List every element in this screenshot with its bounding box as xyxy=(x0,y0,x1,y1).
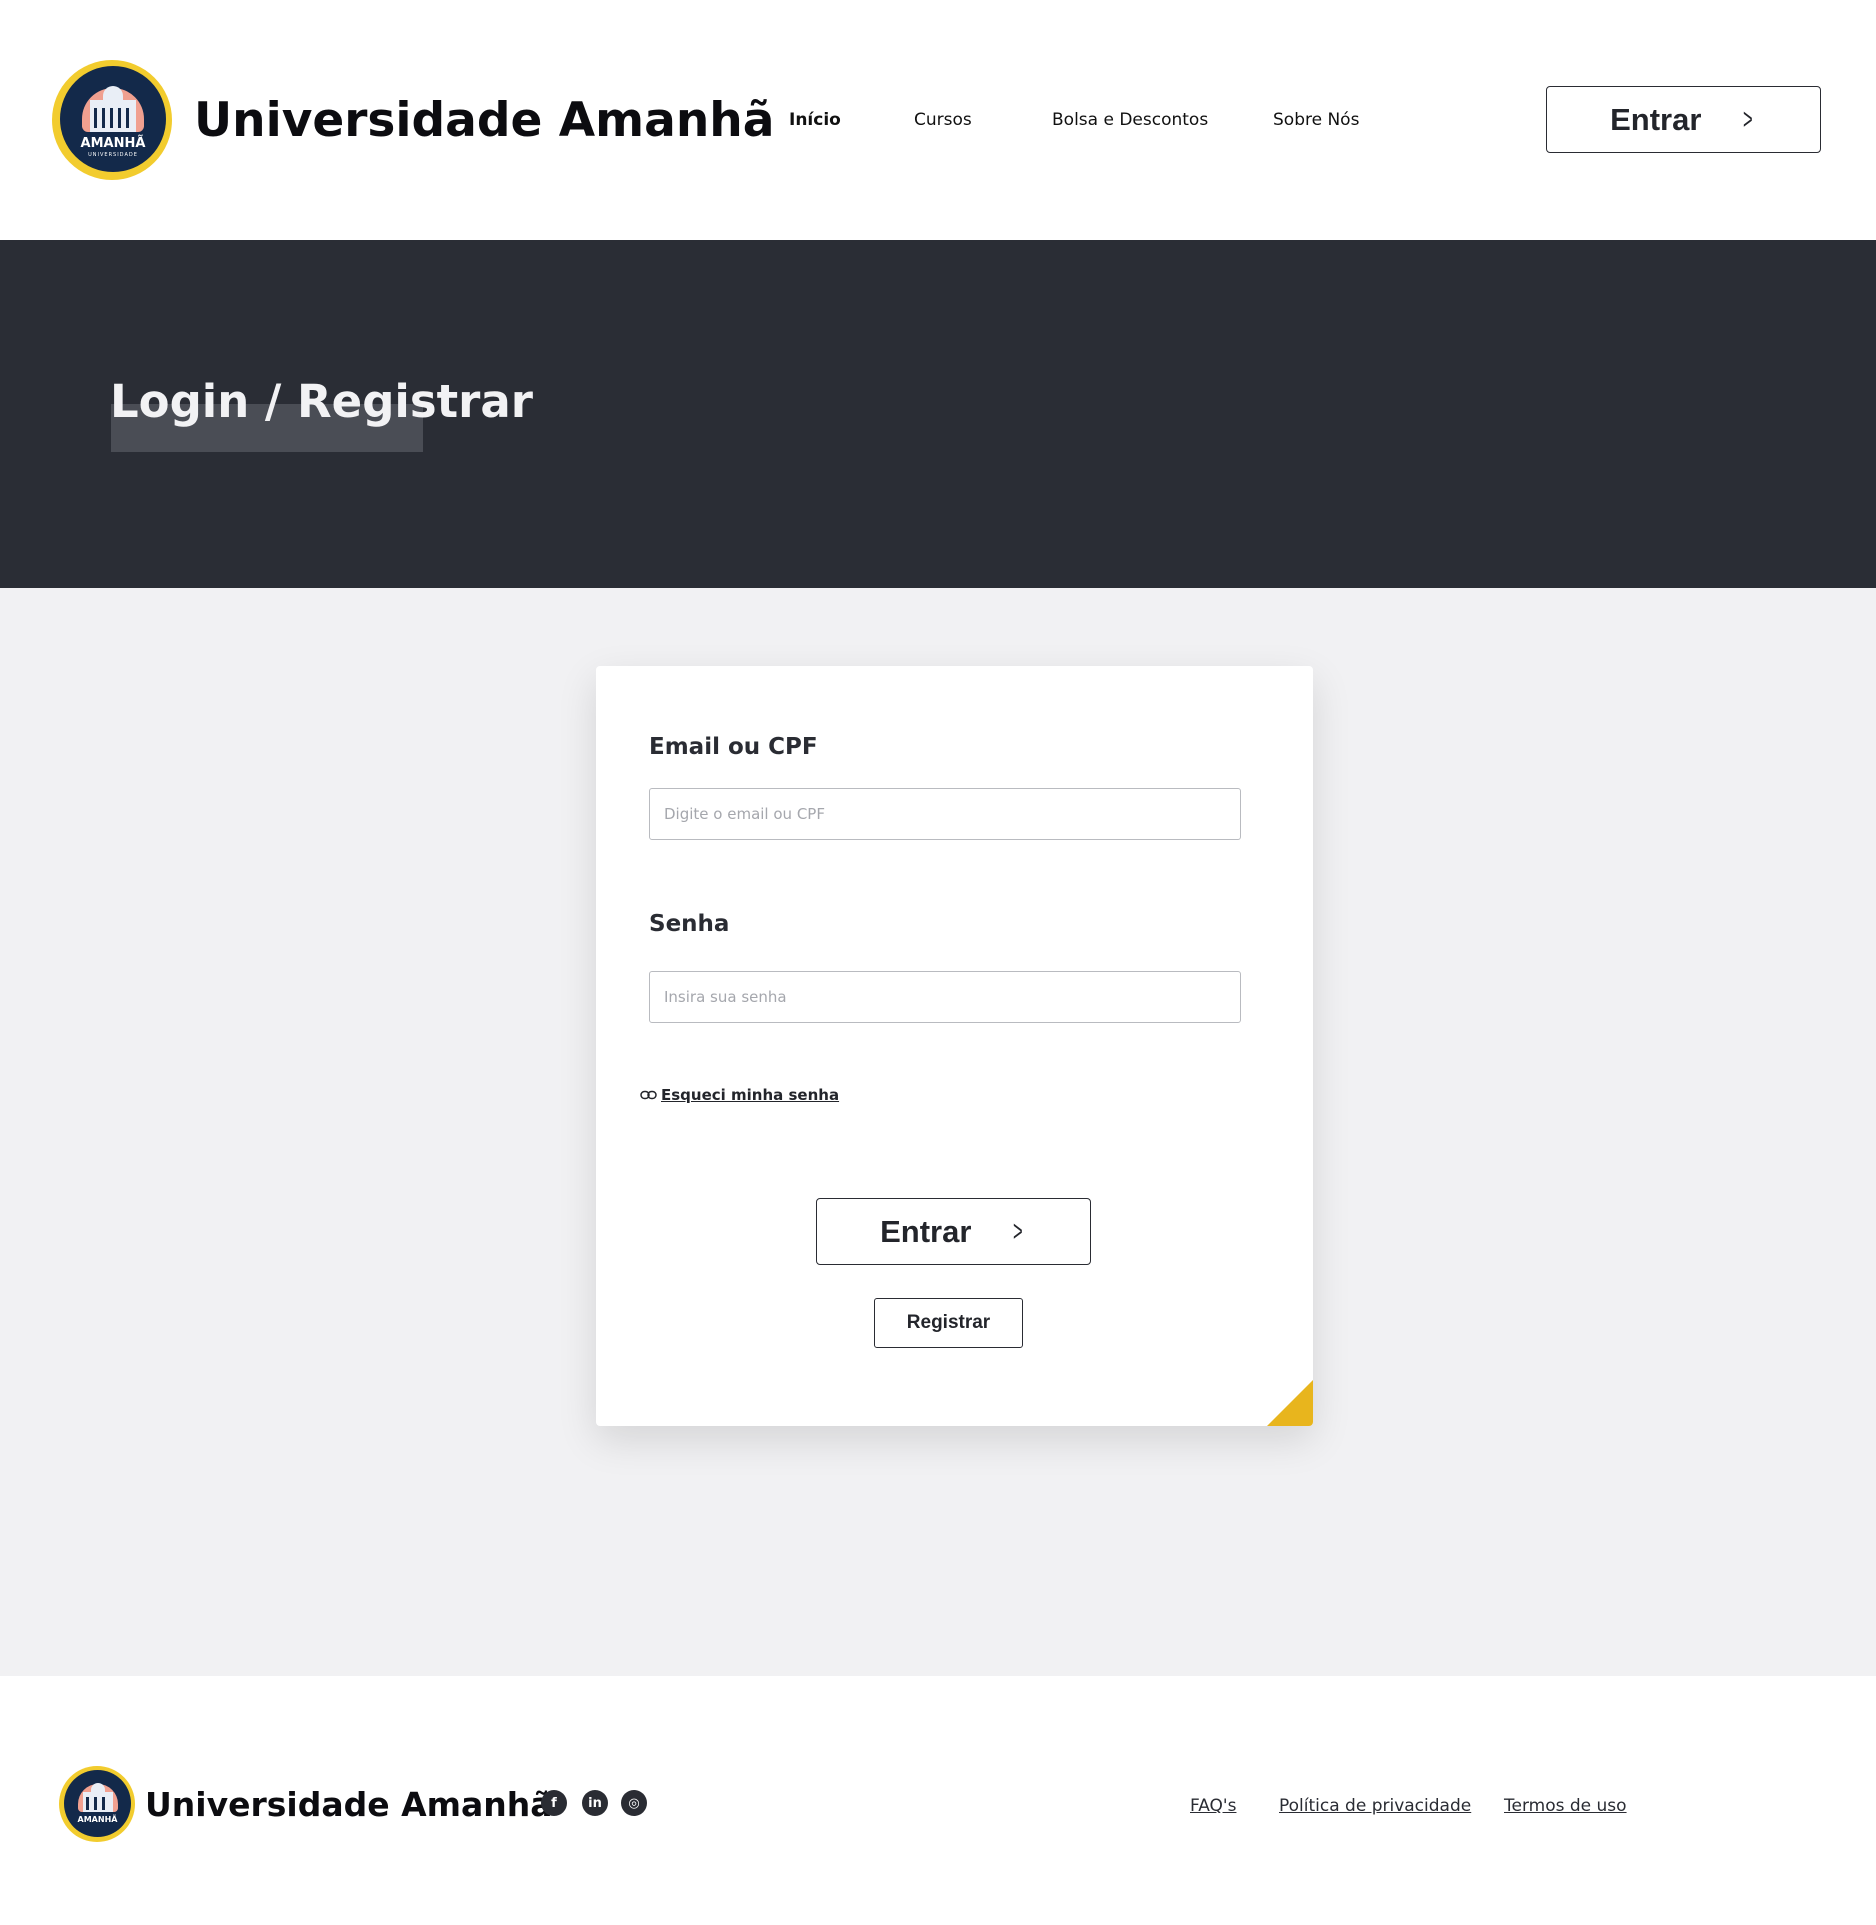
hero-banner: Login / Registrar xyxy=(0,240,1876,588)
header-enter-label: Entrar xyxy=(1610,101,1702,137)
forgot-password-link[interactable]: Esqueci minha senha xyxy=(640,1086,839,1104)
footer-link-privacy[interactable]: Política de privacidade xyxy=(1279,1796,1471,1816)
logo-subtext: UNIVERSIDADE xyxy=(88,152,138,158)
email-label: Email ou CPF xyxy=(649,734,818,760)
header-enter-button[interactable]: Entrar > xyxy=(1546,86,1821,153)
forgot-password-label: Esqueci minha senha xyxy=(661,1086,840,1104)
register-button[interactable]: Registrar xyxy=(874,1298,1023,1348)
site-header: AMANHÃ UNIVERSIDADE Universidade Amanhã … xyxy=(0,0,1876,240)
footer-link-faq[interactable]: FAQ's xyxy=(1190,1796,1236,1816)
logo-icon: AMANHÃ UNIVERSIDADE xyxy=(52,60,172,180)
brand[interactable]: AMANHÃ UNIVERSIDADE Universidade Amanhã xyxy=(52,60,774,180)
brand-title: Universidade Amanhã xyxy=(194,92,775,148)
password-field[interactable] xyxy=(649,971,1241,1023)
accent-corner xyxy=(1267,1380,1313,1426)
logo-text: AMANHÃ xyxy=(80,136,146,151)
facebook-icon[interactable]: f xyxy=(541,1790,567,1816)
link-icon xyxy=(640,1090,657,1100)
footer-brand-title: Universidade Amanhã xyxy=(145,1784,553,1824)
login-enter-label: Entrar xyxy=(880,1213,972,1249)
instagram-icon[interactable]: ◎ xyxy=(621,1790,647,1816)
nav-item-bolsa-descontos[interactable]: Bolsa e Descontos xyxy=(1052,110,1208,130)
footer-brand[interactable]: AMANHÃ Universidade Amanhã xyxy=(59,1766,553,1842)
login-card: Email ou CPF Senha Esqueci minha senha E… xyxy=(596,666,1313,1426)
footer-logo-text: AMANHÃ xyxy=(77,1815,118,1824)
login-enter-button[interactable]: Entrar > xyxy=(816,1198,1091,1265)
nav-item-inicio[interactable]: Início xyxy=(789,110,841,130)
main-content: Email ou CPF Senha Esqueci minha senha E… xyxy=(0,588,1876,1676)
footer-link-terms[interactable]: Termos de uso xyxy=(1504,1796,1627,1816)
chevron-right-icon: > xyxy=(1013,1214,1023,1248)
register-label: Registrar xyxy=(906,1312,991,1333)
email-field[interactable] xyxy=(649,788,1241,840)
nav-item-sobre-nos[interactable]: Sobre Nós xyxy=(1273,110,1359,130)
nav-item-cursos[interactable]: Cursos xyxy=(914,110,972,130)
footer-logo-icon: AMANHÃ xyxy=(59,1766,135,1842)
password-label: Senha xyxy=(649,911,730,937)
chevron-right-icon: > xyxy=(1743,102,1753,136)
linkedin-icon[interactable]: in xyxy=(582,1790,608,1816)
page-title: Login / Registrar xyxy=(110,375,533,428)
